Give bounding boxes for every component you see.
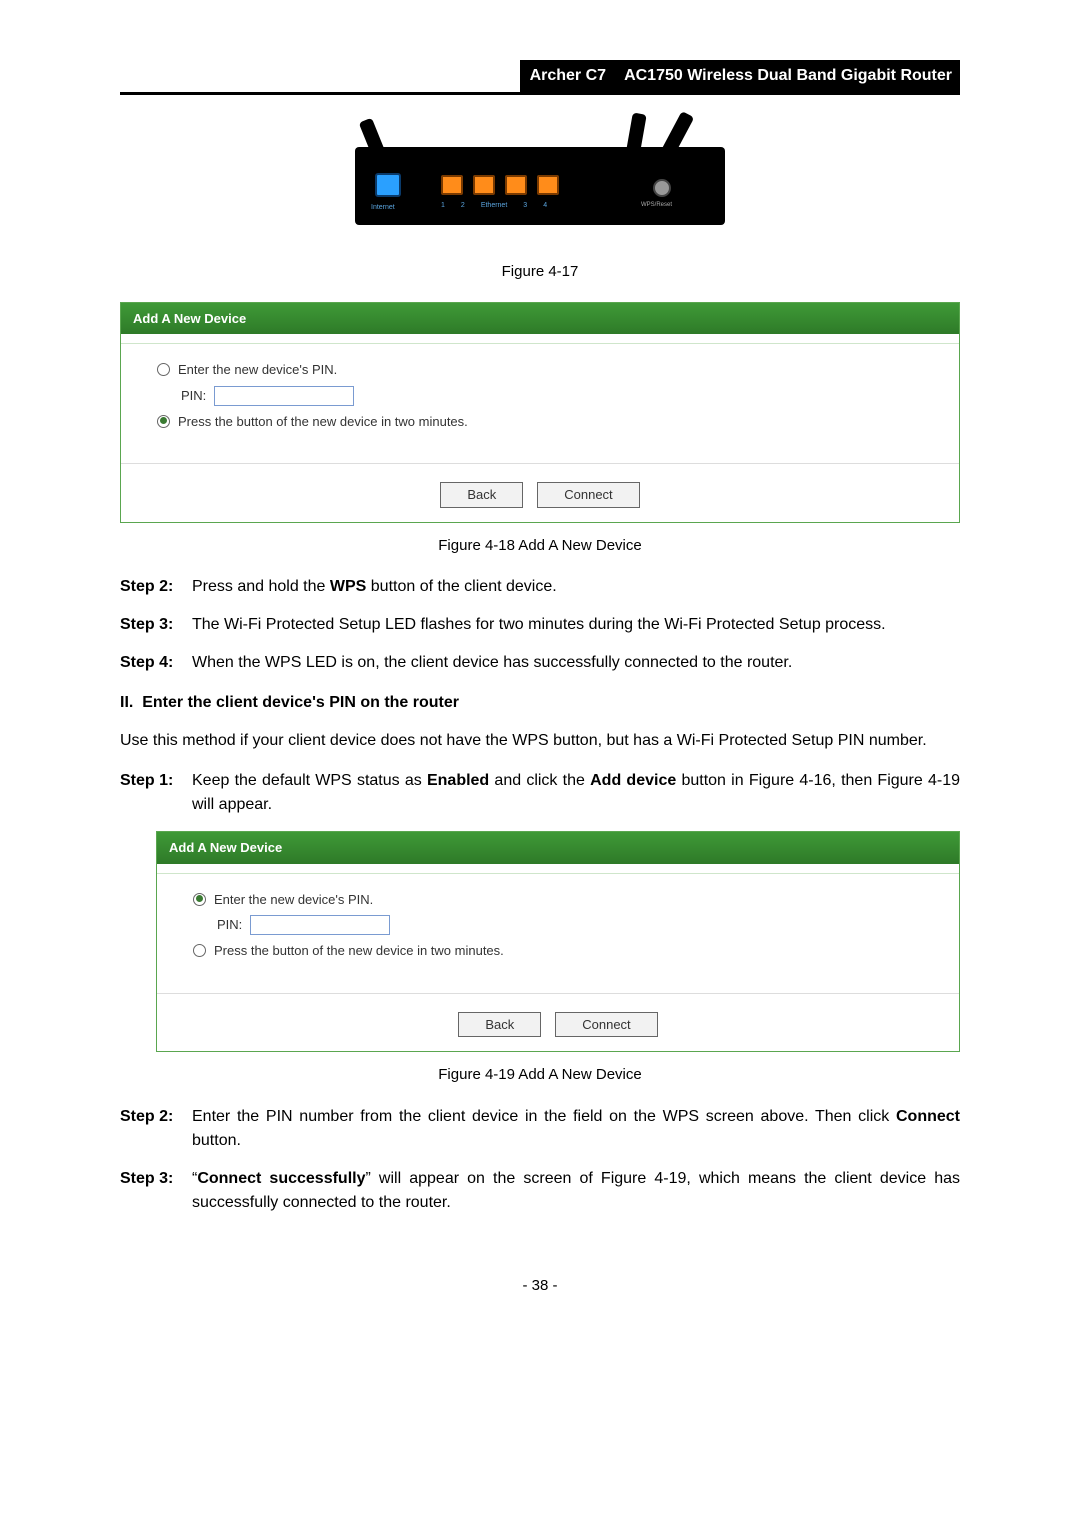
product-title: AC1750 Wireless Dual Band Gigabit Router bbox=[616, 60, 960, 92]
wps-reset-label: WPS/Reset bbox=[641, 201, 672, 210]
eth-label: 3 bbox=[523, 201, 527, 212]
ethernet-port-icon bbox=[473, 175, 495, 195]
paragraph: Use this method if your client device do… bbox=[120, 729, 960, 753]
step-text: Press and hold the WPS button of the cli… bbox=[192, 575, 960, 599]
step-text: Keep the default WPS status as Enabled a… bbox=[192, 769, 960, 817]
pin-input[interactable] bbox=[250, 915, 390, 935]
ethernet-port-icon bbox=[505, 175, 527, 195]
step-text: The Wi-Fi Protected Setup LED flashes fo… bbox=[192, 613, 960, 637]
wps-reset-button-icon bbox=[653, 179, 671, 197]
radio-icon[interactable] bbox=[157, 415, 170, 428]
product-header: Archer C7 AC1750 Wireless Dual Band Giga… bbox=[520, 60, 960, 92]
option-press-button[interactable]: Press the button of the new device in tw… bbox=[157, 412, 939, 432]
radio-icon[interactable] bbox=[193, 944, 206, 957]
ethernet-port-icon bbox=[537, 175, 559, 195]
eth-label: 1 bbox=[441, 201, 445, 212]
pin-label: PIN: bbox=[181, 386, 206, 406]
eth-label: 2 bbox=[461, 201, 465, 212]
eth-label: Ethernet bbox=[481, 201, 507, 212]
step-text: “Connect successfully” will appear on th… bbox=[192, 1167, 960, 1215]
step-label: Step 4: bbox=[120, 651, 192, 675]
back-button[interactable]: Back bbox=[458, 1012, 541, 1038]
ethernet-port-labels: 1 2 Ethernet 3 4 bbox=[441, 201, 547, 212]
option-enter-pin[interactable]: Enter the new device's PIN. bbox=[193, 890, 939, 910]
step-label: Step 3: bbox=[120, 1167, 192, 1215]
radio-icon[interactable] bbox=[157, 363, 170, 376]
step-label: Step 2: bbox=[120, 1105, 192, 1153]
pin-input[interactable] bbox=[214, 386, 354, 406]
step-text: Enter the PIN number from the client dev… bbox=[192, 1105, 960, 1153]
eth-label: 4 bbox=[543, 201, 547, 212]
add-device-dialog: Add A New Device Enter the new device's … bbox=[156, 831, 960, 1052]
option-label: Enter the new device's PIN. bbox=[178, 360, 337, 380]
option-press-button[interactable]: Press the button of the new device in tw… bbox=[193, 941, 939, 961]
wan-port-label: Internet bbox=[371, 203, 395, 214]
page-header: Archer C7 AC1750 Wireless Dual Band Giga… bbox=[120, 60, 960, 95]
step-label: Step 2: bbox=[120, 575, 192, 599]
dialog-heading: Add A New Device bbox=[157, 832, 959, 864]
back-button[interactable]: Back bbox=[440, 482, 523, 508]
connect-button[interactable]: Connect bbox=[555, 1012, 657, 1038]
add-device-dialog: Add A New Device Enter the new device's … bbox=[120, 302, 960, 523]
product-model: Archer C7 bbox=[520, 60, 616, 92]
option-label: Press the button of the new device in tw… bbox=[214, 941, 504, 961]
figure-caption: Figure 4-17 bbox=[120, 261, 960, 284]
step-label: Step 3: bbox=[120, 613, 192, 637]
page-number: - 38 - bbox=[120, 1275, 960, 1298]
option-enter-pin[interactable]: Enter the new device's PIN. bbox=[157, 360, 939, 380]
ethernet-port-icon bbox=[441, 175, 463, 195]
figure-caption: Figure 4-19 Add A New Device bbox=[120, 1064, 960, 1087]
wan-port-icon bbox=[375, 173, 401, 197]
option-label: Enter the new device's PIN. bbox=[214, 890, 373, 910]
radio-icon[interactable] bbox=[193, 893, 206, 906]
figure-caption: Figure 4-18 Add A New Device bbox=[120, 535, 960, 558]
section-heading: II. Enter the client device's PIN on the… bbox=[120, 691, 960, 715]
pin-label: PIN: bbox=[217, 915, 242, 935]
dialog-heading: Add A New Device bbox=[121, 303, 959, 335]
step-text: When the WPS LED is on, the client devic… bbox=[192, 651, 960, 675]
connect-button[interactable]: Connect bbox=[537, 482, 639, 508]
step-label: Step 1: bbox=[120, 769, 192, 817]
option-label: Press the button of the new device in tw… bbox=[178, 412, 468, 432]
router-illustration: Internet 1 2 Ethernet 3 4 WPS/Reset bbox=[355, 125, 725, 245]
